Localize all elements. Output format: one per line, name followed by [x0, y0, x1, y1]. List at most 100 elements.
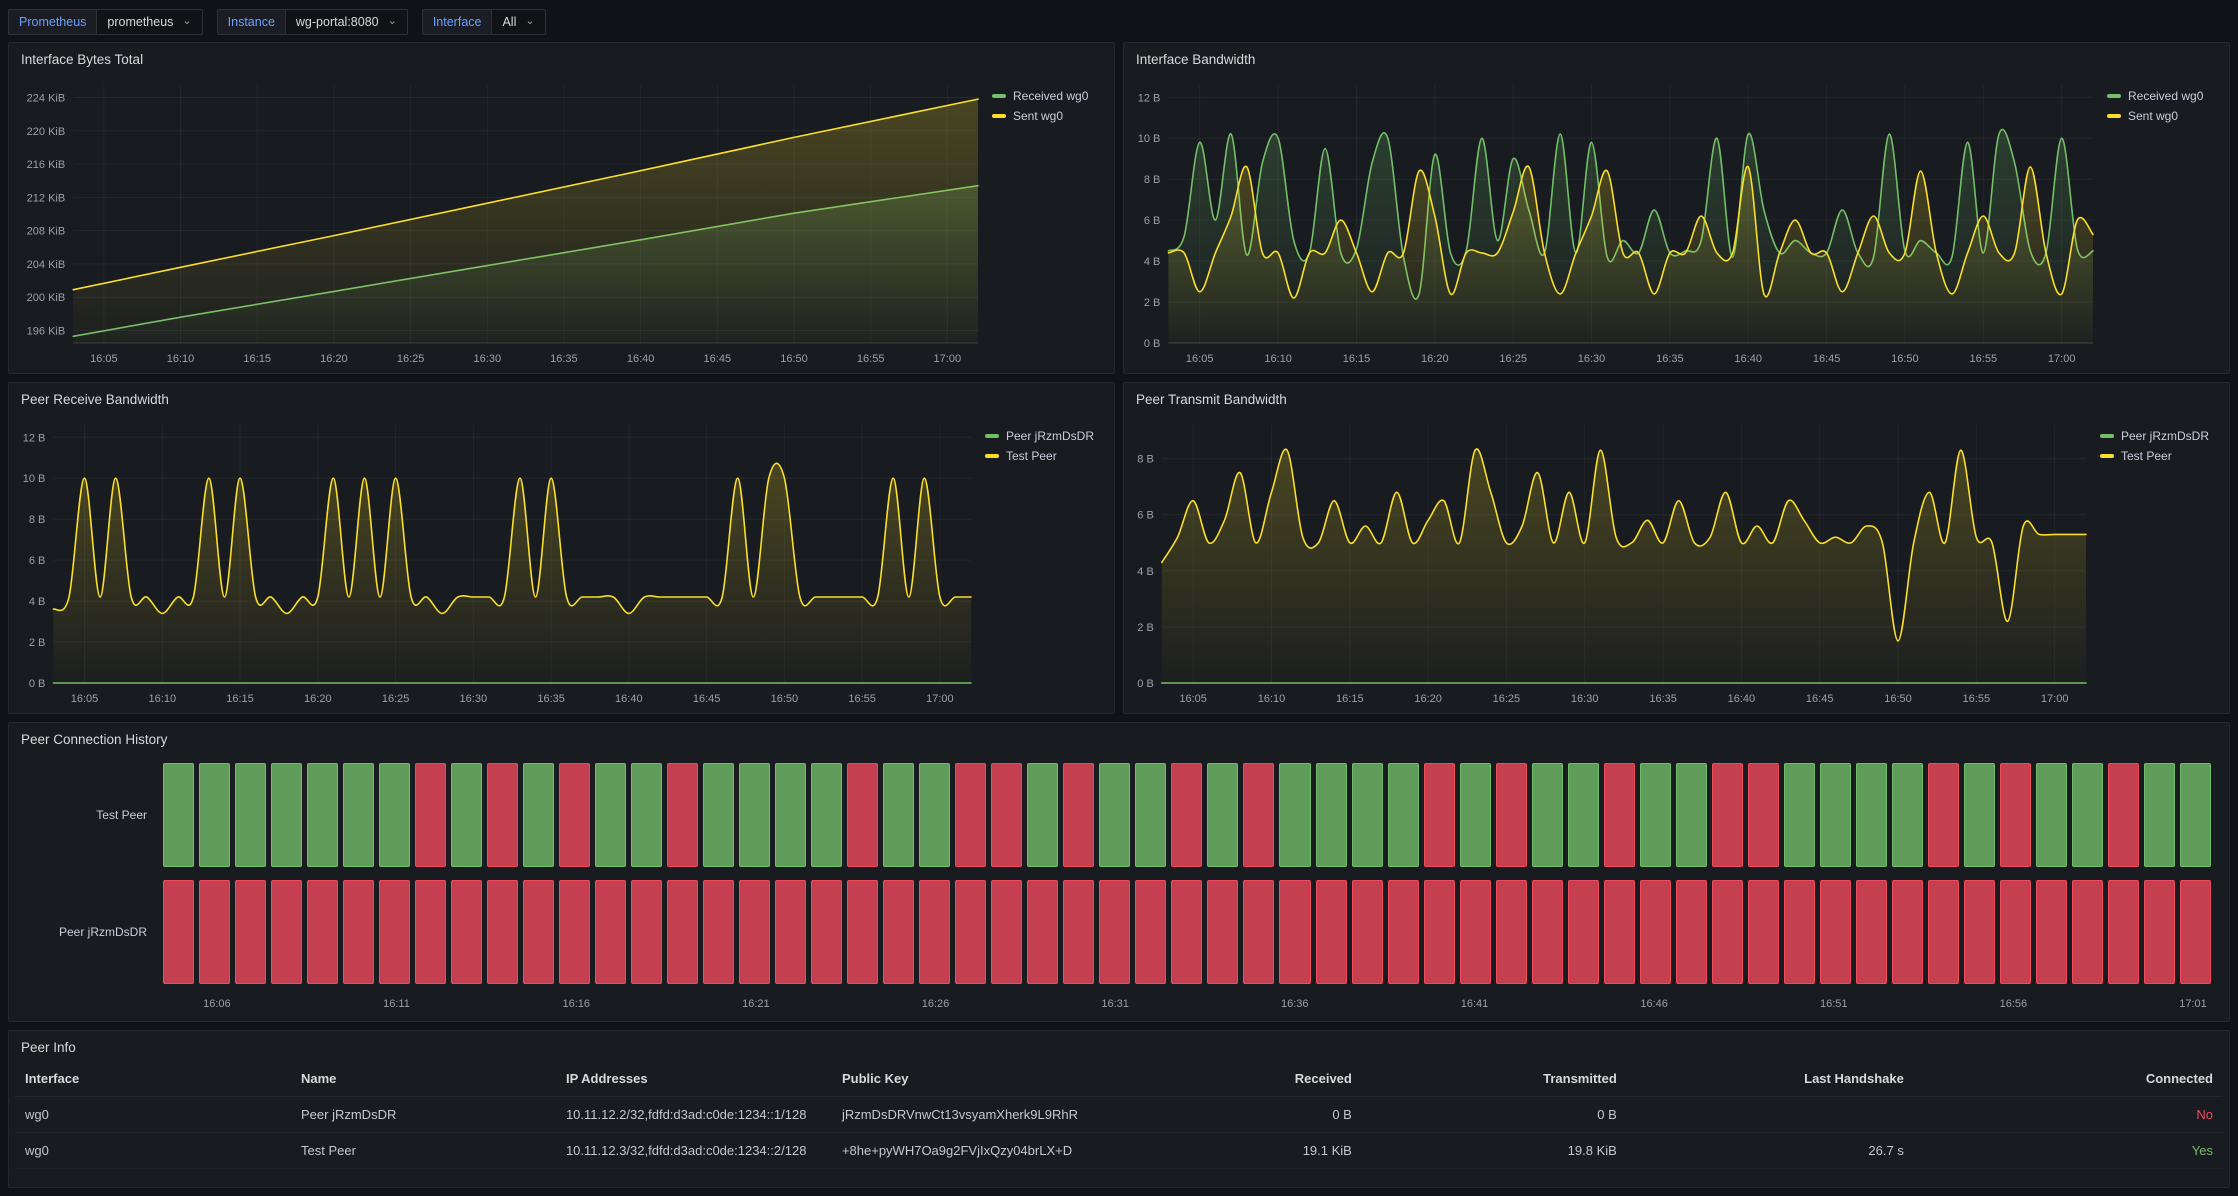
status-cell[interactable] [1316, 880, 1347, 984]
status-cell[interactable] [1892, 880, 1923, 984]
status-cell[interactable] [271, 880, 302, 984]
status-cell[interactable] [235, 880, 266, 984]
status-cell[interactable] [163, 880, 194, 984]
status-cell[interactable] [271, 763, 302, 867]
panel-title[interactable]: Peer Transmit Bandwidth [1136, 392, 1287, 407]
status-cell[interactable] [1892, 763, 1923, 867]
status-cell[interactable] [1856, 763, 1887, 867]
status-cell[interactable] [1424, 763, 1455, 867]
status-cell[interactable] [667, 880, 698, 984]
status-cell[interactable] [1676, 763, 1707, 867]
status-cell[interactable] [883, 763, 914, 867]
status-cell[interactable] [1712, 880, 1743, 984]
status-cell[interactable] [2180, 880, 2211, 984]
status-cell[interactable] [1604, 880, 1635, 984]
status-cell[interactable] [1352, 763, 1383, 867]
status-cell[interactable] [847, 880, 878, 984]
status-cell[interactable] [415, 763, 446, 867]
status-cell[interactable] [2180, 763, 2211, 867]
panel-title[interactable]: Peer Receive Bandwidth [21, 392, 169, 407]
status-cell[interactable] [1388, 880, 1419, 984]
panel-title[interactable]: Peer Connection History [21, 732, 167, 747]
status-cell[interactable] [847, 763, 878, 867]
column-header[interactable]: Public Key [832, 1061, 1108, 1097]
status-cell[interactable] [2144, 880, 2175, 984]
var-interface-select[interactable]: All ⌄ [492, 9, 545, 35]
status-cell[interactable] [523, 763, 554, 867]
status-cell[interactable] [1171, 763, 1202, 867]
panel-title[interactable]: Interface Bytes Total [21, 52, 143, 67]
status-cell[interactable] [1243, 880, 1274, 984]
status-cell[interactable] [1568, 880, 1599, 984]
peer-connection-history-chart[interactable]: Test PeerPeer jRzmDsDR16:0616:1116:1616:… [13, 753, 2221, 1017]
peer-receive-bandwidth-chart[interactable]: 0 B2 B4 B6 B8 B10 B12 B16:0516:1016:1516… [13, 413, 1106, 709]
status-cell[interactable] [1856, 880, 1887, 984]
status-cell[interactable] [2108, 763, 2139, 867]
interface-bandwidth-chart[interactable]: 0 B2 B4 B6 B8 B10 B12 B16:0516:1016:1516… [1128, 73, 2221, 369]
column-header[interactable]: Transmitted [1362, 1061, 1627, 1097]
status-cell[interactable] [2144, 763, 2175, 867]
status-cell[interactable] [775, 880, 806, 984]
status-cell[interactable] [991, 763, 1022, 867]
status-cell[interactable] [559, 880, 590, 984]
column-header[interactable]: Connected [1914, 1061, 2223, 1097]
status-cell[interactable] [415, 880, 446, 984]
status-cell[interactable] [595, 763, 626, 867]
status-cell[interactable] [1784, 763, 1815, 867]
status-cell[interactable] [955, 763, 986, 867]
status-cell[interactable] [1676, 880, 1707, 984]
status-cell[interactable] [1316, 763, 1347, 867]
status-cell[interactable] [1207, 763, 1238, 867]
status-cell[interactable] [1424, 880, 1455, 984]
status-cell[interactable] [2072, 763, 2103, 867]
status-cell[interactable] [1784, 880, 1815, 984]
column-header[interactable]: Interface [15, 1061, 291, 1097]
status-cell[interactable] [1027, 880, 1058, 984]
var-prometheus-select[interactable]: prometheus ⌄ [97, 9, 202, 35]
status-cell[interactable] [1532, 763, 1563, 867]
status-cell[interactable] [2000, 880, 2031, 984]
status-cell[interactable] [163, 763, 194, 867]
legend-item[interactable]: Received wg0 [992, 89, 1106, 103]
column-header[interactable]: Name [291, 1061, 556, 1097]
status-cell[interactable] [199, 763, 230, 867]
status-cell[interactable] [307, 880, 338, 984]
column-header[interactable]: IP Addresses [556, 1061, 832, 1097]
legend-item[interactable]: Sent wg0 [992, 109, 1106, 123]
status-cell[interactable] [1243, 763, 1274, 867]
status-cell[interactable] [955, 880, 986, 984]
status-cell[interactable] [2108, 880, 2139, 984]
status-cell[interactable] [739, 763, 770, 867]
status-cell[interactable] [2000, 763, 2031, 867]
status-cell[interactable] [1460, 880, 1491, 984]
status-cell[interactable] [1279, 880, 1310, 984]
legend-item[interactable]: Test Peer [985, 449, 1106, 463]
status-cell[interactable] [1640, 763, 1671, 867]
status-cell[interactable] [739, 880, 770, 984]
legend-item[interactable]: Test Peer [2100, 449, 2221, 463]
column-header[interactable]: Received [1108, 1061, 1362, 1097]
status-cell[interactable] [343, 763, 374, 867]
status-cell[interactable] [487, 763, 518, 867]
status-cell[interactable] [775, 763, 806, 867]
panel-title[interactable]: Interface Bandwidth [1136, 52, 1255, 67]
status-cell[interactable] [919, 763, 950, 867]
status-cell[interactable] [1135, 880, 1166, 984]
status-cell[interactable] [559, 763, 590, 867]
status-cell[interactable] [307, 763, 338, 867]
status-cell[interactable] [523, 880, 554, 984]
status-cell[interactable] [487, 880, 518, 984]
status-cell[interactable] [1748, 880, 1779, 984]
status-cell[interactable] [1604, 763, 1635, 867]
status-cell[interactable] [1964, 880, 1995, 984]
status-cell[interactable] [1099, 763, 1130, 867]
status-cell[interactable] [1496, 763, 1527, 867]
status-cell[interactable] [235, 763, 266, 867]
status-cell[interactable] [1964, 763, 1995, 867]
panel-title[interactable]: Peer Info [21, 1040, 76, 1055]
status-cell[interactable] [1820, 880, 1851, 984]
status-cell[interactable] [199, 880, 230, 984]
column-header[interactable]: Last Handshake [1627, 1061, 1914, 1097]
status-cell[interactable] [703, 763, 734, 867]
status-cell[interactable] [451, 880, 482, 984]
